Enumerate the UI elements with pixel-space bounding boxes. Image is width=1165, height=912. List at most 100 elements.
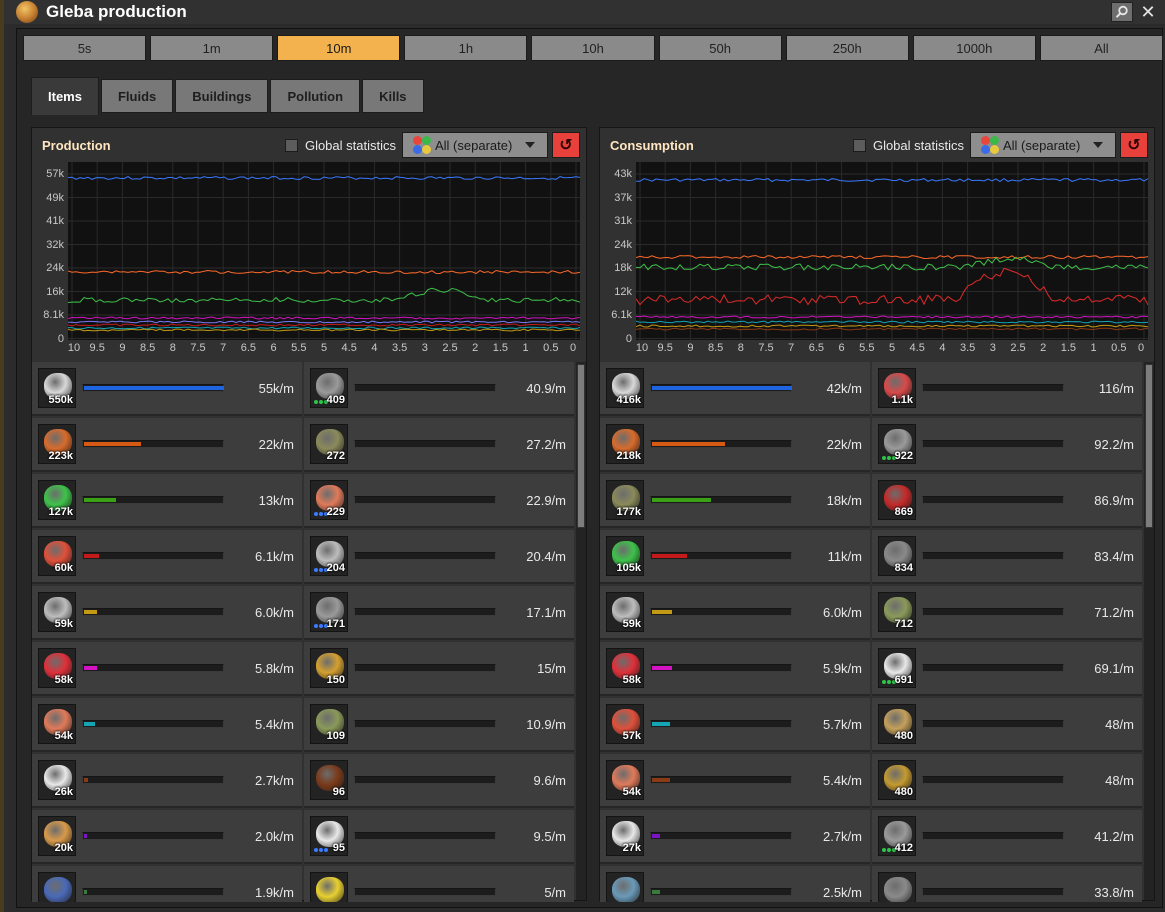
consumption-item-row[interactable]: 922 92.2/m — [872, 418, 1142, 472]
item-slot[interactable]: 27k — [606, 816, 644, 856]
production-item-row[interactable]: 96 9.6/m — [304, 754, 574, 808]
time-range-1h-button[interactable]: 1h — [404, 35, 528, 61]
item-slot[interactable]: 712 — [878, 592, 916, 632]
consumption-reset-button[interactable]: ↺ — [1120, 132, 1148, 158]
consumption-scrollbar[interactable] — [1144, 362, 1154, 900]
production-scrollbar-thumb[interactable] — [577, 364, 585, 528]
item-slot[interactable]: 409 — [310, 368, 348, 408]
tab-fluids[interactable]: Fluids — [100, 79, 174, 113]
production-item-row[interactable]: 60k 6.1k/m — [32, 530, 302, 584]
item-slot[interactable] — [38, 872, 76, 902]
production-global-statistics-checkbox[interactable] — [284, 138, 298, 152]
tab-buildings[interactable]: Buildings — [175, 79, 269, 113]
consumption-item-row[interactable]: 869 86.9/m — [872, 474, 1142, 528]
consumption-item-row[interactable]: 691 69.1/m — [872, 642, 1142, 696]
production-item-row[interactable]: 229 22.9/m — [304, 474, 574, 528]
consumption-item-row[interactable]: 2.5k/m — [600, 866, 870, 902]
consumption-item-row[interactable]: 1.1k 116/m — [872, 362, 1142, 416]
production-item-row[interactable]: 550k 55k/m — [32, 362, 302, 416]
consumption-item-row[interactable]: 218k 22k/m — [600, 418, 870, 472]
item-slot[interactable]: 95 — [310, 816, 348, 856]
item-slot[interactable]: 218k — [606, 424, 644, 464]
item-slot[interactable]: 57k — [606, 704, 644, 744]
close-button[interactable]: ✕ — [1137, 2, 1159, 22]
titlebar-drag-handle[interactable] — [197, 7, 1101, 17]
production-item-row[interactable]: 5/m — [304, 866, 574, 902]
item-slot[interactable]: 58k — [38, 648, 76, 688]
item-slot[interactable]: 272 — [310, 424, 348, 464]
item-slot[interactable]: 105k — [606, 536, 644, 576]
time-range-10m-button[interactable]: 10m — [277, 35, 401, 61]
item-slot[interactable]: 480 — [878, 760, 916, 800]
time-range-1m-button[interactable]: 1m — [150, 35, 274, 61]
consumption-item-row[interactable]: 57k 5.7k/m — [600, 698, 870, 752]
consumption-item-row[interactable]: 177k 18k/m — [600, 474, 870, 528]
consumption-item-row[interactable]: 33.8/m — [872, 866, 1142, 902]
item-slot[interactable]: 412 — [878, 816, 916, 856]
item-slot[interactable]: 59k — [38, 592, 76, 632]
item-slot[interactable]: 177k — [606, 480, 644, 520]
production-item-row[interactable]: 95 9.5/m — [304, 810, 574, 864]
production-item-row[interactable]: 223k 22k/m — [32, 418, 302, 472]
item-slot[interactable]: 171 — [310, 592, 348, 632]
item-slot[interactable]: 834 — [878, 536, 916, 576]
item-slot[interactable]: 58k — [606, 648, 644, 688]
item-slot[interactable] — [606, 872, 644, 902]
item-slot[interactable]: 127k — [38, 480, 76, 520]
consumption-item-list[interactable]: 416k 42k/m 1.1k 116/m 218k 22k/m 922 92.… — [600, 362, 1144, 902]
tab-kills[interactable]: Kills — [362, 79, 424, 113]
consumption-global-statistics-checkbox[interactable] — [852, 138, 866, 152]
item-slot[interactable]: 26k — [38, 760, 76, 800]
item-slot[interactable]: 691 — [878, 648, 916, 688]
consumption-item-row[interactable]: 412 41.2/m — [872, 810, 1142, 864]
production-item-row[interactable]: 150 15/m — [304, 642, 574, 696]
consumption-item-row[interactable]: 712 71.2/m — [872, 586, 1142, 640]
item-slot[interactable]: 869 — [878, 480, 916, 520]
item-slot[interactable]: 480 — [878, 704, 916, 744]
production-item-row[interactable]: 272 27.2/m — [304, 418, 574, 472]
production-item-row[interactable]: 26k 2.7k/m — [32, 754, 302, 808]
production-item-row[interactable]: 59k 6.0k/m — [32, 586, 302, 640]
consumption-item-row[interactable]: 59k 6.0k/m — [600, 586, 870, 640]
tab-items[interactable]: Items — [31, 77, 99, 115]
production-item-row[interactable]: 58k 5.8k/m — [32, 642, 302, 696]
consumption-item-row[interactable]: 416k 42k/m — [600, 362, 870, 416]
production-item-row[interactable]: 1.9k/m — [32, 866, 302, 902]
item-slot[interactable]: 59k — [606, 592, 644, 632]
item-slot[interactable]: 550k — [38, 368, 76, 408]
consumption-item-row[interactable]: 834 83.4/m — [872, 530, 1142, 584]
time-range-1000h-button[interactable]: 1000h — [912, 35, 1036, 61]
consumption-graph[interactable] — [636, 162, 1148, 340]
production-reset-button[interactable]: ↺ — [552, 132, 580, 158]
production-item-list[interactable]: 550k 55k/m 409 40.9/m 223k 22k/m 272 27.… — [32, 362, 576, 902]
production-item-row[interactable]: 409 40.9/m — [304, 362, 574, 416]
item-slot[interactable]: 204 — [310, 536, 348, 576]
item-slot[interactable]: 223k — [38, 424, 76, 464]
production-item-row[interactable]: 127k 13k/m — [32, 474, 302, 528]
production-item-row[interactable]: 171 17.1/m — [304, 586, 574, 640]
item-slot[interactable]: 150 — [310, 648, 348, 688]
search-button[interactable] — [1111, 2, 1133, 22]
consumption-item-row[interactable]: 480 48/m — [872, 754, 1142, 808]
item-slot[interactable]: 416k — [606, 368, 644, 408]
production-item-filter-dropdown[interactable]: All (separate) — [402, 132, 548, 158]
production-graph[interactable] — [68, 162, 580, 340]
time-range-all-button[interactable]: All — [1039, 35, 1163, 61]
item-slot[interactable]: 54k — [38, 704, 76, 744]
consumption-item-row[interactable]: 27k 2.7k/m — [600, 810, 870, 864]
item-slot[interactable]: 1.1k — [878, 368, 916, 408]
item-slot[interactable] — [878, 872, 916, 902]
time-range-250h-button[interactable]: 250h — [785, 35, 909, 61]
production-scrollbar[interactable] — [576, 362, 586, 900]
consumption-item-row[interactable]: 54k 5.4k/m — [600, 754, 870, 808]
time-range-10h-button[interactable]: 10h — [531, 35, 655, 61]
consumption-item-row[interactable]: 480 48/m — [872, 698, 1142, 752]
production-item-row[interactable]: 204 20.4/m — [304, 530, 574, 584]
item-slot[interactable]: 109 — [310, 704, 348, 744]
time-range-5s-button[interactable]: 5s — [23, 35, 147, 61]
production-item-row[interactable]: 109 10.9/m — [304, 698, 574, 752]
production-item-row[interactable]: 54k 5.4k/m — [32, 698, 302, 752]
item-slot[interactable] — [310, 872, 348, 902]
item-slot[interactable]: 54k — [606, 760, 644, 800]
tab-pollution[interactable]: Pollution — [270, 79, 361, 113]
